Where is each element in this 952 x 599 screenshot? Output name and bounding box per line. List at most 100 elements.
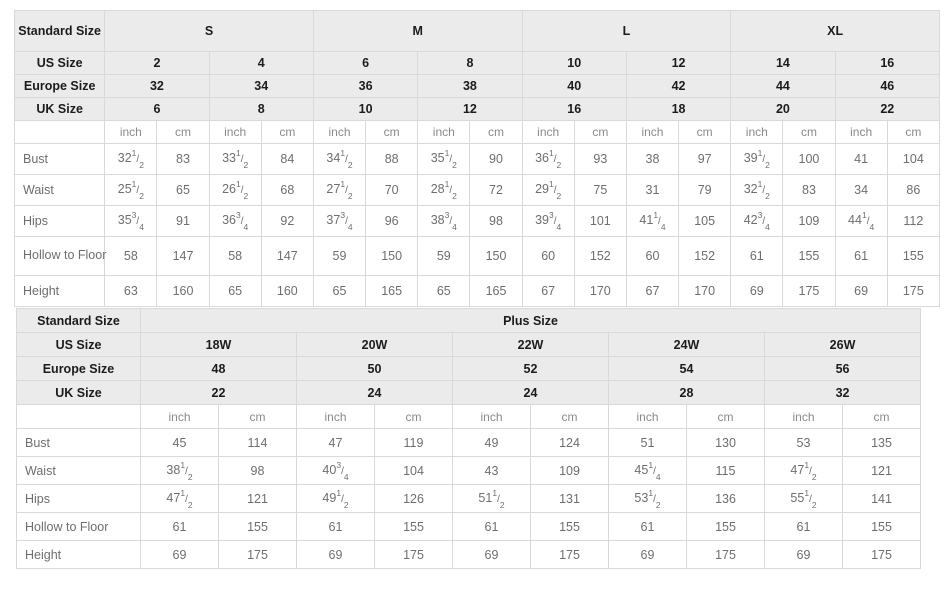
us-size-cell: 8 xyxy=(417,51,523,75)
measurement-cm-cell: 160 xyxy=(260,275,314,307)
measurement-cm-cell: 86 xyxy=(886,174,941,206)
unit-header-cm: cm xyxy=(841,404,922,429)
unit-header-inch: inch xyxy=(208,120,262,144)
us-size-cell: 10 xyxy=(521,51,627,75)
unit-row-blank-cell xyxy=(13,120,106,144)
measurement-inch-cell: 61 xyxy=(730,236,784,276)
measurement-inch-cell: 61 xyxy=(140,512,219,541)
measurement-inch-cell: 47 xyxy=(296,428,375,457)
measurement-cm-cell: 98 xyxy=(469,205,523,237)
standard-europe-size-row: Europe Size 32 34 36 38 40 42 44 46 xyxy=(13,74,941,98)
measurement-cm-cell: 109 xyxy=(782,205,836,237)
measurement-inch-cell: 67 xyxy=(625,275,680,307)
measurement-cm-cell: 175 xyxy=(886,275,941,307)
plus-group-header-row: Standard Size Plus Size xyxy=(16,308,922,333)
measurement-cm-cell: 170 xyxy=(678,275,732,307)
measurement-cm-cell: 155 xyxy=(530,512,609,541)
measurement-cm-cell: 155 xyxy=(841,512,922,541)
measurement-inch-cell: 423/4 xyxy=(730,205,784,237)
us-size-cell: 16 xyxy=(834,51,941,75)
uk-size-cell: 28 xyxy=(608,380,765,405)
measurement-cm-cell: 79 xyxy=(678,174,732,206)
measurement-inch-cell: 58 xyxy=(208,236,262,276)
measurement-cm-cell: 135 xyxy=(841,428,922,457)
measurement-cm-cell: 68 xyxy=(260,174,314,206)
uk-size-cell: 12 xyxy=(417,97,523,121)
uk-size-cell: 24 xyxy=(452,380,609,405)
plus-size-table-body: Standard Size Plus Size US Size 18W 20W … xyxy=(16,308,922,569)
measurement-cm-cell: 175 xyxy=(686,540,765,569)
europe-size-cell: 32 xyxy=(104,74,210,98)
measurement-inch-cell: 511/2 xyxy=(452,484,531,513)
measurement-row-label: Waist xyxy=(13,174,106,206)
measurement-inch-cell: 59 xyxy=(312,236,367,276)
standard-size-table: Standard Size S M L XL US Size 2 4 6 8 1… xyxy=(13,10,941,307)
measurement-row: Height 63 160 65 160 65 165 65 165 67 170 67 170 69 17… xyxy=(13,275,941,307)
measurement-inch-cell: 61 xyxy=(452,512,531,541)
unit-header-cm: cm xyxy=(530,404,609,429)
measurement-cm-cell: 93 xyxy=(573,143,627,175)
measurement-inch-cell: 69 xyxy=(296,540,375,569)
standard-unit-row: inch cm inch cm inch cm inch cm inch cm inch cm inch… xyxy=(13,120,941,144)
uk-size-cell: 10 xyxy=(312,97,419,121)
measurement-inch-cell: 353/4 xyxy=(104,205,158,237)
measurement-row-label: Waist xyxy=(16,456,141,485)
uk-size-cell: 32 xyxy=(763,380,922,405)
row-label-us-size: US Size xyxy=(16,332,141,357)
europe-size-cell: 56 xyxy=(763,356,922,381)
unit-header-inch: inch xyxy=(296,404,375,429)
measurement-inch-cell: 69 xyxy=(608,540,687,569)
uk-size-cell: 22 xyxy=(140,380,297,405)
europe-size-cell: 38 xyxy=(417,74,523,98)
measurement-row-label: Bust xyxy=(16,428,141,457)
row-label-uk-size: UK Size xyxy=(13,97,106,121)
unit-header-inch: inch xyxy=(834,120,888,144)
row-label-us-size: US Size xyxy=(13,51,106,75)
measurement-inch-cell: 363/4 xyxy=(208,205,262,237)
group-header-plus-size: Plus Size xyxy=(139,308,922,333)
measurement-inch-cell: 251/2 xyxy=(104,174,158,206)
measurement-row: Bust 321/2 83 331/2 84 341/2 88 351/2 90 361/2 93 3… xyxy=(13,143,941,175)
measurement-cm-cell: 155 xyxy=(218,512,297,541)
measurement-cm-cell: 170 xyxy=(573,275,627,307)
measurement-inch-cell: 38 xyxy=(625,143,680,175)
unit-header-cm: cm xyxy=(686,404,765,429)
measurement-cm-cell: 155 xyxy=(782,236,836,276)
measurement-cm-cell: 83 xyxy=(782,174,836,206)
measurement-inch-cell: 61 xyxy=(296,512,375,541)
uk-size-cell: 22 xyxy=(834,97,941,121)
measurement-row-label: Height xyxy=(16,540,141,569)
unit-header-inch: inch xyxy=(417,120,471,144)
measurement-cm-cell: 155 xyxy=(374,512,453,541)
unit-header-cm: cm xyxy=(886,120,941,144)
measurement-inch-cell: 361/2 xyxy=(521,143,575,175)
measurement-inch-cell: 65 xyxy=(417,275,471,307)
measurement-inch-cell: 61 xyxy=(764,512,843,541)
row-label-europe-size: Europe Size xyxy=(16,356,141,381)
measurement-row-label: Hollow to Floor xyxy=(16,512,141,541)
measurement-cm-cell: 104 xyxy=(886,143,941,175)
standard-size-table-container: Standard Size S M L XL US Size 2 4 6 8 1… xyxy=(13,10,941,307)
group-header-xl: XL xyxy=(730,10,940,52)
standard-uk-size-row: UK Size 6 8 10 12 16 18 20 22 xyxy=(13,97,941,121)
unit-row-blank-cell xyxy=(16,404,141,429)
measurement-cm-cell: 165 xyxy=(365,275,419,307)
plus-corner-label: Standard Size xyxy=(16,308,141,333)
europe-size-cell: 34 xyxy=(208,74,314,98)
measurement-cm-cell: 97 xyxy=(678,143,732,175)
measurement-cm-cell: 88 xyxy=(365,143,419,175)
measurement-cm-cell: 96 xyxy=(365,205,419,237)
measurement-row-label: Hollow to Floor xyxy=(13,236,106,276)
measurement-cm-cell: 121 xyxy=(218,484,297,513)
measurement-inch-cell: 61 xyxy=(608,512,687,541)
measurement-cm-cell: 126 xyxy=(374,484,453,513)
measurement-cm-cell: 175 xyxy=(374,540,453,569)
standard-us-size-row: US Size 2 4 6 8 10 12 14 16 xyxy=(13,51,941,75)
row-label-europe-size: Europe Size xyxy=(13,74,106,98)
measurement-cm-cell: 105 xyxy=(678,205,732,237)
measurement-row: Waist 381/2 98 403/4 104 43 109 451/4 115 471/2 12… xyxy=(16,456,922,485)
measurement-inch-cell: 43 xyxy=(452,456,531,485)
measurement-row: Hips 353/4 91 363/4 92 373/4 96 383/4 98 393/4 101… xyxy=(13,205,941,237)
measurement-row: Bust 45 114 47 119 49 124 51 130 53 135 xyxy=(16,428,922,457)
measurement-inch-cell: 63 xyxy=(104,275,158,307)
